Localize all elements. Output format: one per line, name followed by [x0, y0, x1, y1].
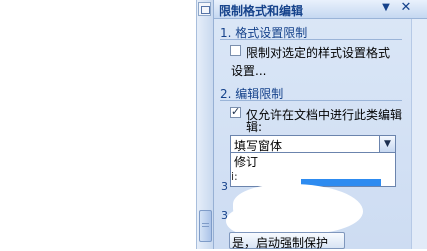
document-vertical-scrollbar[interactable]	[196, 0, 213, 249]
start-enforcing-protection-button[interactable]: 是，启动强制保护	[229, 232, 345, 250]
edit-type-value: 填写窗体	[234, 139, 283, 153]
formatting-restriction-label: 限制对选定的样式设置格式	[246, 46, 391, 60]
formatting-restriction-checkbox[interactable]	[230, 45, 241, 56]
pane-menu-icon[interactable]: ▼	[380, 2, 392, 14]
settings-link[interactable]: 设置...	[231, 62, 266, 79]
editing-restriction-label: 仅允许在文档中进行此类编辑	[246, 108, 403, 122]
chevron-down-icon[interactable]: ▼	[379, 136, 395, 152]
pane-title: 限制格式和编辑	[219, 4, 304, 18]
section-divider	[220, 39, 402, 40]
start-button-label: 是，启动强制保护	[232, 236, 329, 250]
dropdown-option-fragment[interactable]: i:	[231, 170, 238, 183]
editing-restriction-checkbox[interactable]	[230, 105, 241, 118]
restrict-formatting-icon[interactable]	[198, 2, 211, 16]
edit-type-dropdown-list[interactable]: 修订 i:	[230, 153, 396, 187]
section-divider	[220, 100, 402, 101]
document-area[interactable]	[0, 0, 196, 249]
pane-title-bar: 限制格式和编辑 ▼ ✕	[214, 0, 427, 19]
edit-type-select[interactable]: 填写窗体 ▼	[230, 135, 396, 153]
scrollbar-thumb[interactable]	[199, 210, 212, 242]
dropdown-option-revisions[interactable]: 修订	[234, 153, 258, 170]
pane-vertical-scrollbar[interactable]	[411, 19, 427, 249]
section-3-number: 3	[221, 180, 228, 193]
close-icon[interactable]: ✕	[399, 1, 413, 15]
editing-restriction-label-cont: 辑:	[246, 120, 263, 134]
